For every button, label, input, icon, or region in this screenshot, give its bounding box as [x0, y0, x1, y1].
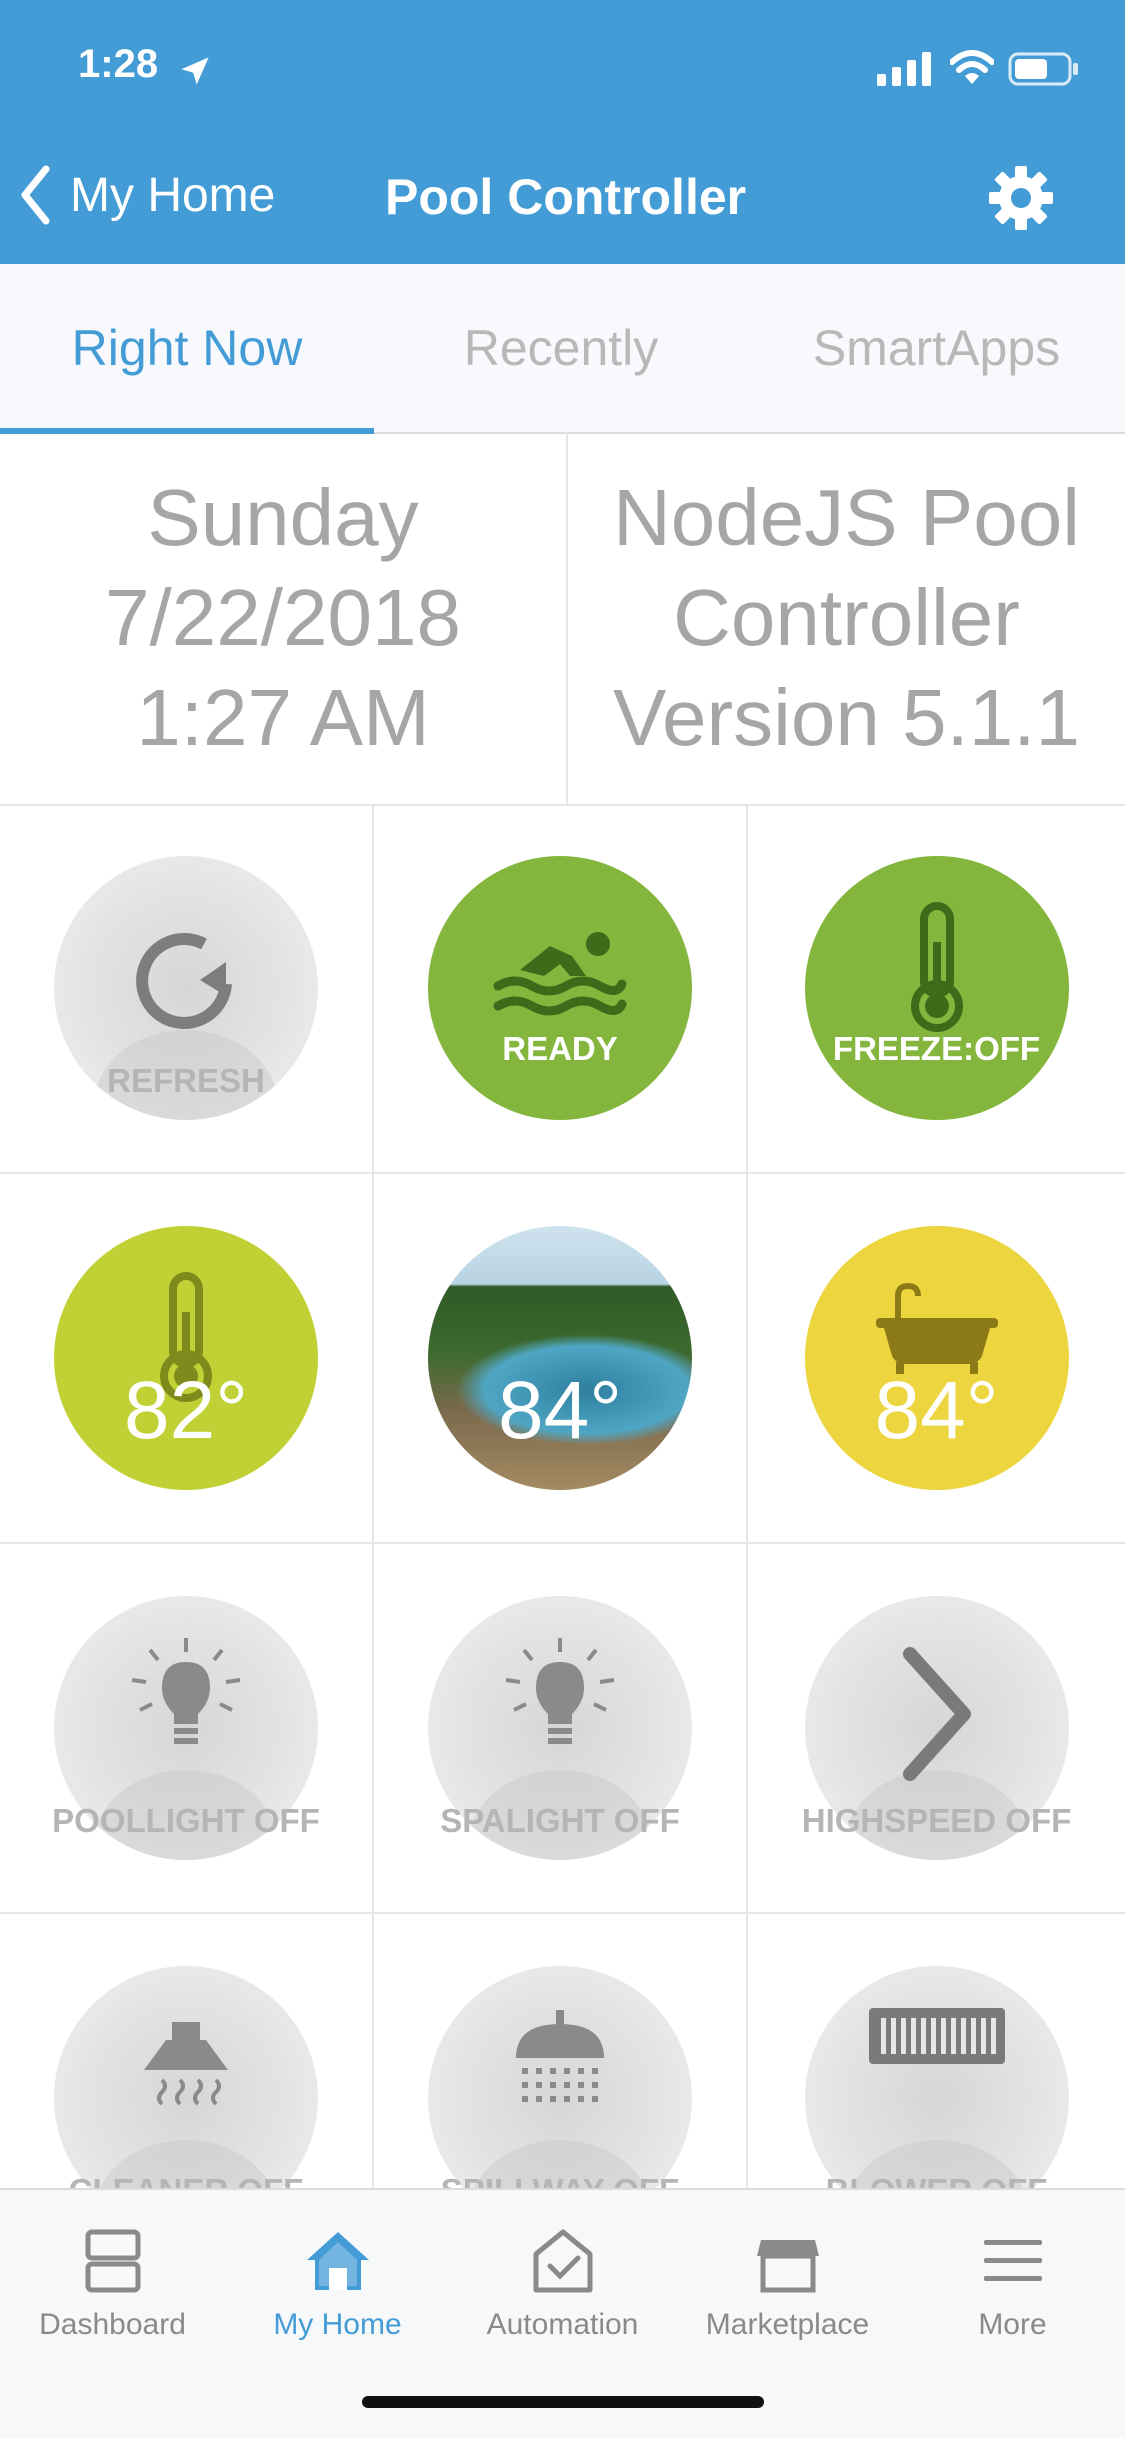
date-text: 7/22/2018 [105, 573, 461, 662]
day-text: Sunday [147, 473, 419, 562]
spillway-tile[interactable]: SPILLWAY OFF [374, 1914, 748, 2188]
tab-right-now[interactable]: Right Now [0, 264, 374, 432]
vent-icon [868, 2008, 1005, 2064]
spalight-label: SPALIGHT OFF [440, 1802, 680, 1839]
swimmer-icon [493, 932, 627, 1016]
refresh-tile[interactable]: REFRESH [0, 804, 374, 1174]
chevron-right-icon [902, 1647, 971, 1781]
bathtub-icon [875, 1282, 998, 1374]
signal-icon [877, 52, 931, 86]
tabbar-label: Marketplace [705, 2308, 870, 2341]
shower-icon [516, 2010, 604, 2102]
pool-temp-value: 84° [497, 1365, 622, 1456]
menu-icon [983, 2240, 1042, 2281]
blower-button[interactable] [804, 1966, 1069, 2188]
pool-temp-tile[interactable]: 84° [374, 1174, 748, 1544]
tile-grid: REFRESH READY FREEZE:OFF 82° 84° 84° POO… [0, 804, 1125, 2188]
app-name-line2: Controller [673, 573, 1020, 662]
date-time-tile[interactable]: Sunday 7/22/2018 1:27 AM [0, 432, 568, 804]
back-button[interactable]: My Home [20, 160, 275, 230]
automation-icon [533, 2229, 592, 2293]
poollight-tile[interactable]: POOLLIGHT OFF [0, 1544, 374, 1914]
chevron-left-icon [21, 165, 50, 225]
header: 1:28 My Home Pool Controller [0, 0, 1125, 264]
page-title: Pool Controller [385, 169, 747, 225]
tabbar-label: My Home [273, 2308, 402, 2341]
spalight-tile[interactable]: SPALIGHT OFF [374, 1544, 748, 1914]
pool-status-tile[interactable]: READY [374, 804, 748, 1174]
cleaner-icon [144, 2022, 228, 2106]
spillway-label: SPILLWAY OFF [374, 2172, 746, 2188]
location-arrow-icon [181, 57, 209, 85]
app-name-line1: NodeJS Pool [613, 473, 1080, 562]
back-label: My Home [70, 168, 276, 222]
tabbar-automation[interactable]: Automation [450, 2214, 675, 2354]
tab-smartapps[interactable]: SmartApps [748, 264, 1125, 432]
spa-temp-tile[interactable]: 84° [748, 1174, 1125, 1544]
air-temp-tile[interactable]: 82° [0, 1174, 374, 1544]
cleaner-tile[interactable]: CLEANER OFF [0, 1914, 374, 2188]
tabbar-label: Automation [486, 2308, 639, 2341]
battery-icon [1008, 52, 1078, 86]
marketplace-icon [756, 2240, 819, 2293]
refresh-label: REFRESH [107, 1062, 265, 1099]
blower-tile[interactable]: BLOWER OFF [748, 1914, 1125, 2188]
tabbar-label: More [978, 2308, 1047, 2341]
blower-label: BLOWER OFF [748, 2172, 1125, 2188]
tab-strip: Right Now Recently SmartApps [0, 264, 1125, 434]
air-temp-value: 82° [123, 1365, 248, 1456]
gear-icon[interactable] [988, 165, 1054, 231]
tabbar-my-home[interactable]: My Home [225, 2214, 450, 2354]
time-text: 1:27 AM [136, 673, 430, 762]
status-time: 1:28 [78, 42, 159, 86]
wifi-icon [950, 50, 994, 84]
tabbar-more[interactable]: More [900, 2214, 1125, 2354]
home-indicator [362, 2396, 764, 2408]
version-text: Version 5.1.1 [613, 673, 1080, 762]
tabbar-dashboard[interactable]: Dashboard [0, 2214, 225, 2354]
tabbar-marketplace[interactable]: Marketplace [675, 2214, 900, 2354]
highspeed-tile[interactable]: HIGHSPEED OFF [748, 1544, 1125, 1914]
tab-recently[interactable]: Recently [374, 264, 748, 432]
lightbulb-icon [505, 1638, 615, 1744]
freeze-label: FREEZE:OFF [832, 1030, 1041, 1067]
cleaner-label: CLEANER OFF [0, 2172, 372, 2188]
pool-status-label: READY [502, 1030, 618, 1067]
spa-temp-value: 84° [874, 1365, 999, 1456]
poollight-label: POOLLIGHT OFF [52, 1802, 320, 1839]
lightbulb-icon [131, 1638, 241, 1744]
version-tile[interactable]: NodeJS Pool Controller Version 5.1.1 [568, 432, 1125, 804]
dashboard-icon [85, 2229, 140, 2293]
thermometer-icon [910, 902, 963, 1032]
highspeed-label: HIGHSPEED OFF [801, 1802, 1072, 1839]
tabbar-label: Dashboard [39, 2308, 186, 2341]
refresh-icon [136, 933, 232, 1029]
freeze-tile[interactable]: FREEZE:OFF [748, 804, 1125, 1174]
home-icon [306, 2232, 369, 2290]
info-row: Sunday 7/22/2018 1:27 AM NodeJS Pool Con… [0, 432, 1125, 806]
